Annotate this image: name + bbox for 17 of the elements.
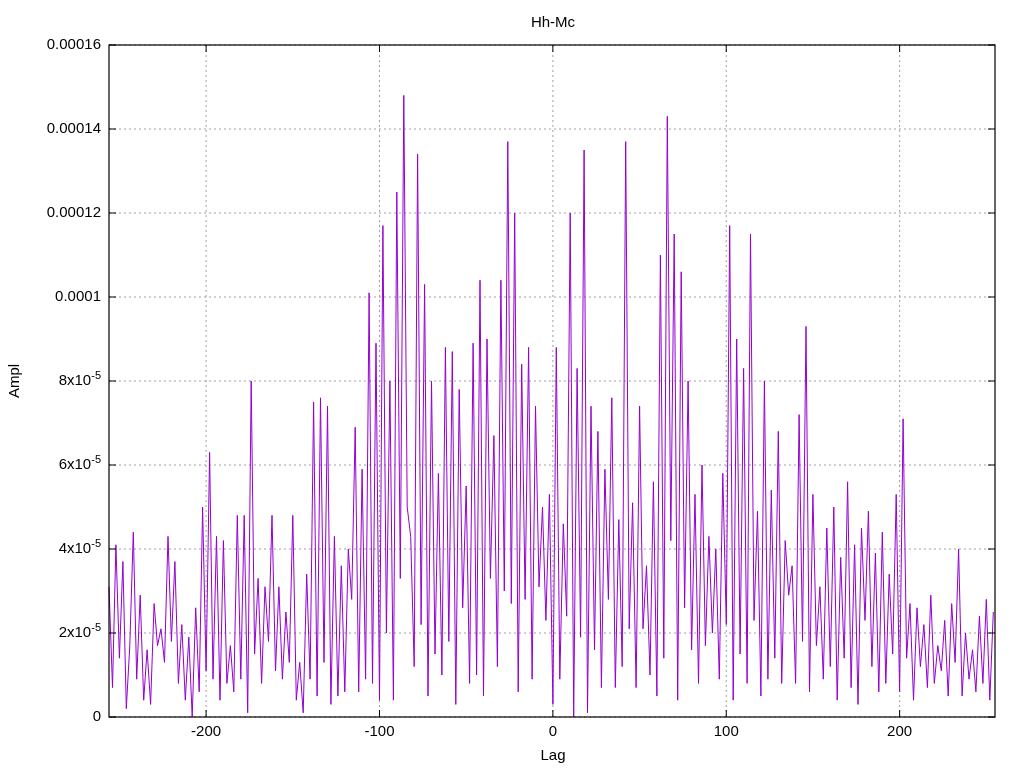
y-tick-label: 8x10$^{-5}$ <box>58 371 101 389</box>
x-tick-label: -100 <box>364 722 395 739</box>
y-tick-label: 0.00012 <box>46 203 101 221</box>
y-axis-label: Ampl <box>4 363 22 399</box>
x-tick-label: 200 <box>887 722 913 739</box>
x-tick-label: 100 <box>713 722 739 739</box>
chart-title: Hh-Mc <box>530 13 576 30</box>
x-tick-label: 0 <box>548 722 558 739</box>
y-tick-label: 0.00014 <box>46 119 101 137</box>
x-axis-label: Lag <box>540 746 566 763</box>
y-tick-label: 0.00016 <box>46 35 101 53</box>
y-tick-label: 0 <box>92 707 101 725</box>
y-tick-label: 2x10$^{-5}$ <box>58 623 101 641</box>
y-tick-label: 6x10$^{-5}$ <box>58 455 101 473</box>
y-tick-label: 4x10$^{-5}$ <box>58 539 101 557</box>
y-tick-label: 0.0001 <box>55 287 101 305</box>
x-tick-label: -200 <box>191 722 222 739</box>
